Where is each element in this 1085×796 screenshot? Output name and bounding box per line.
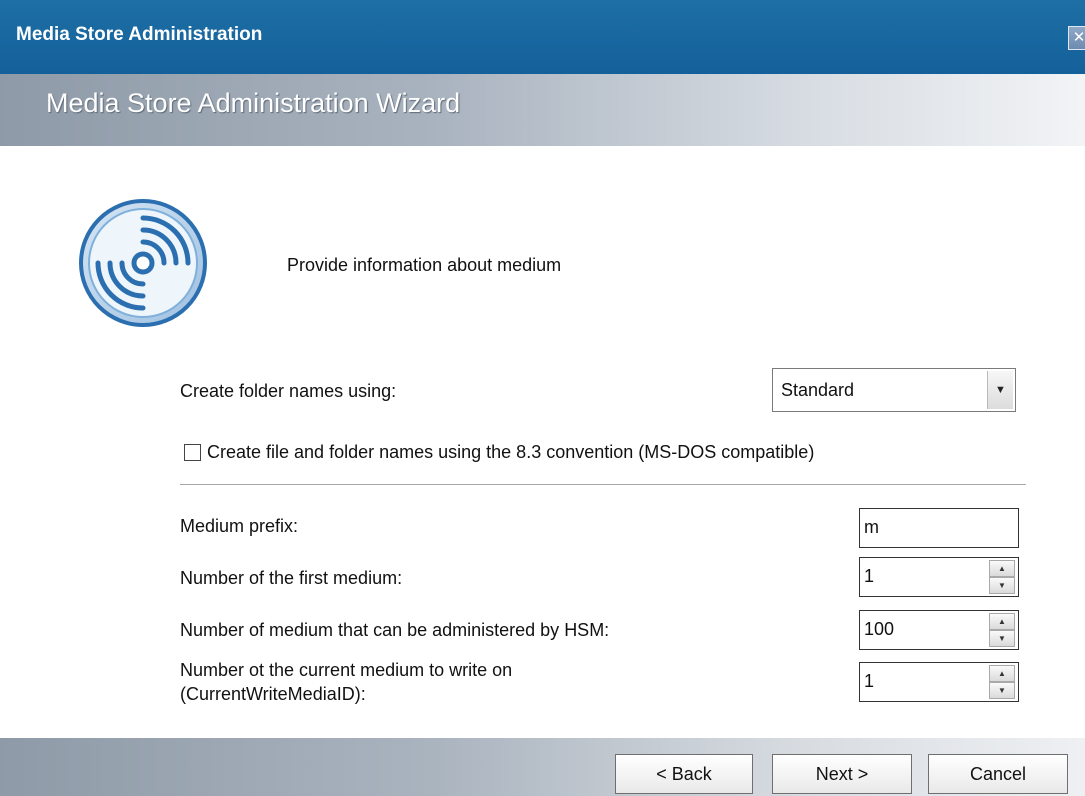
window-title: Media Store Administration [16, 24, 263, 45]
current-medium-value: 1 [864, 671, 875, 691]
instruction-text: Provide information about medium [287, 255, 562, 275]
first-medium-value: 1 [864, 566, 875, 586]
current-medium-input[interactable]: 1 ▲ ▼ [859, 662, 1019, 702]
close-button[interactable]: ✕ [1068, 26, 1085, 50]
spin-up-icon[interactable]: ▲ [989, 560, 1015, 577]
chevron-down-icon[interactable]: ▼ [987, 371, 1013, 409]
wizard-header: Media Store Administration Wizard [0, 74, 1085, 146]
spin-up-icon[interactable]: ▲ [989, 665, 1015, 682]
folder-names-value: Standard [781, 380, 855, 400]
hsm-count-value: 100 [864, 619, 895, 639]
first-medium-input[interactable]: 1 ▲ ▼ [859, 557, 1019, 597]
folder-names-label: Create folder names using: [180, 381, 397, 401]
spin-up-icon[interactable]: ▲ [989, 613, 1015, 630]
spin-down-icon[interactable]: ▼ [989, 577, 1015, 594]
medium-prefix-input[interactable]: m [859, 508, 1019, 548]
wizard-title: Media Store Administration Wizard [46, 88, 461, 118]
folder-names-select[interactable]: Standard ▼ [772, 368, 1016, 412]
first-medium-spinner[interactable]: ▲ ▼ [989, 560, 1015, 594]
cancel-button[interactable]: Cancel [928, 754, 1068, 794]
dos-convention-checkbox[interactable] [184, 444, 201, 461]
window-titlebar: Media Store Administration ✕ [0, 0, 1085, 74]
spin-down-icon[interactable]: ▼ [989, 630, 1015, 647]
hsm-count-spinner[interactable]: ▲ ▼ [989, 613, 1015, 647]
disc-icon [79, 199, 207, 327]
back-button[interactable]: < Back [615, 754, 753, 794]
current-medium-label-line1: Number ot the current medium to write on [180, 660, 513, 680]
hsm-count-label: Number of medium that can be administere… [180, 620, 610, 640]
next-button[interactable]: Next > [772, 754, 912, 794]
medium-prefix-value: m [864, 517, 879, 537]
hsm-count-input[interactable]: 100 ▲ ▼ [859, 610, 1019, 650]
close-icon: ✕ [1072, 29, 1085, 46]
first-medium-label: Number of the first medium: [180, 568, 403, 588]
wizard-footer: < Back Next > Cancel [0, 738, 1085, 796]
current-medium-spinner[interactable]: ▲ ▼ [989, 665, 1015, 699]
dos-convention-label: Create file and folder names using the 8… [207, 442, 815, 462]
section-divider [180, 484, 1026, 486]
current-medium-label-line2: (CurrentWriteMediaID): [180, 684, 366, 704]
spin-down-icon[interactable]: ▼ [989, 682, 1015, 699]
medium-prefix-label: Medium prefix: [180, 516, 299, 536]
